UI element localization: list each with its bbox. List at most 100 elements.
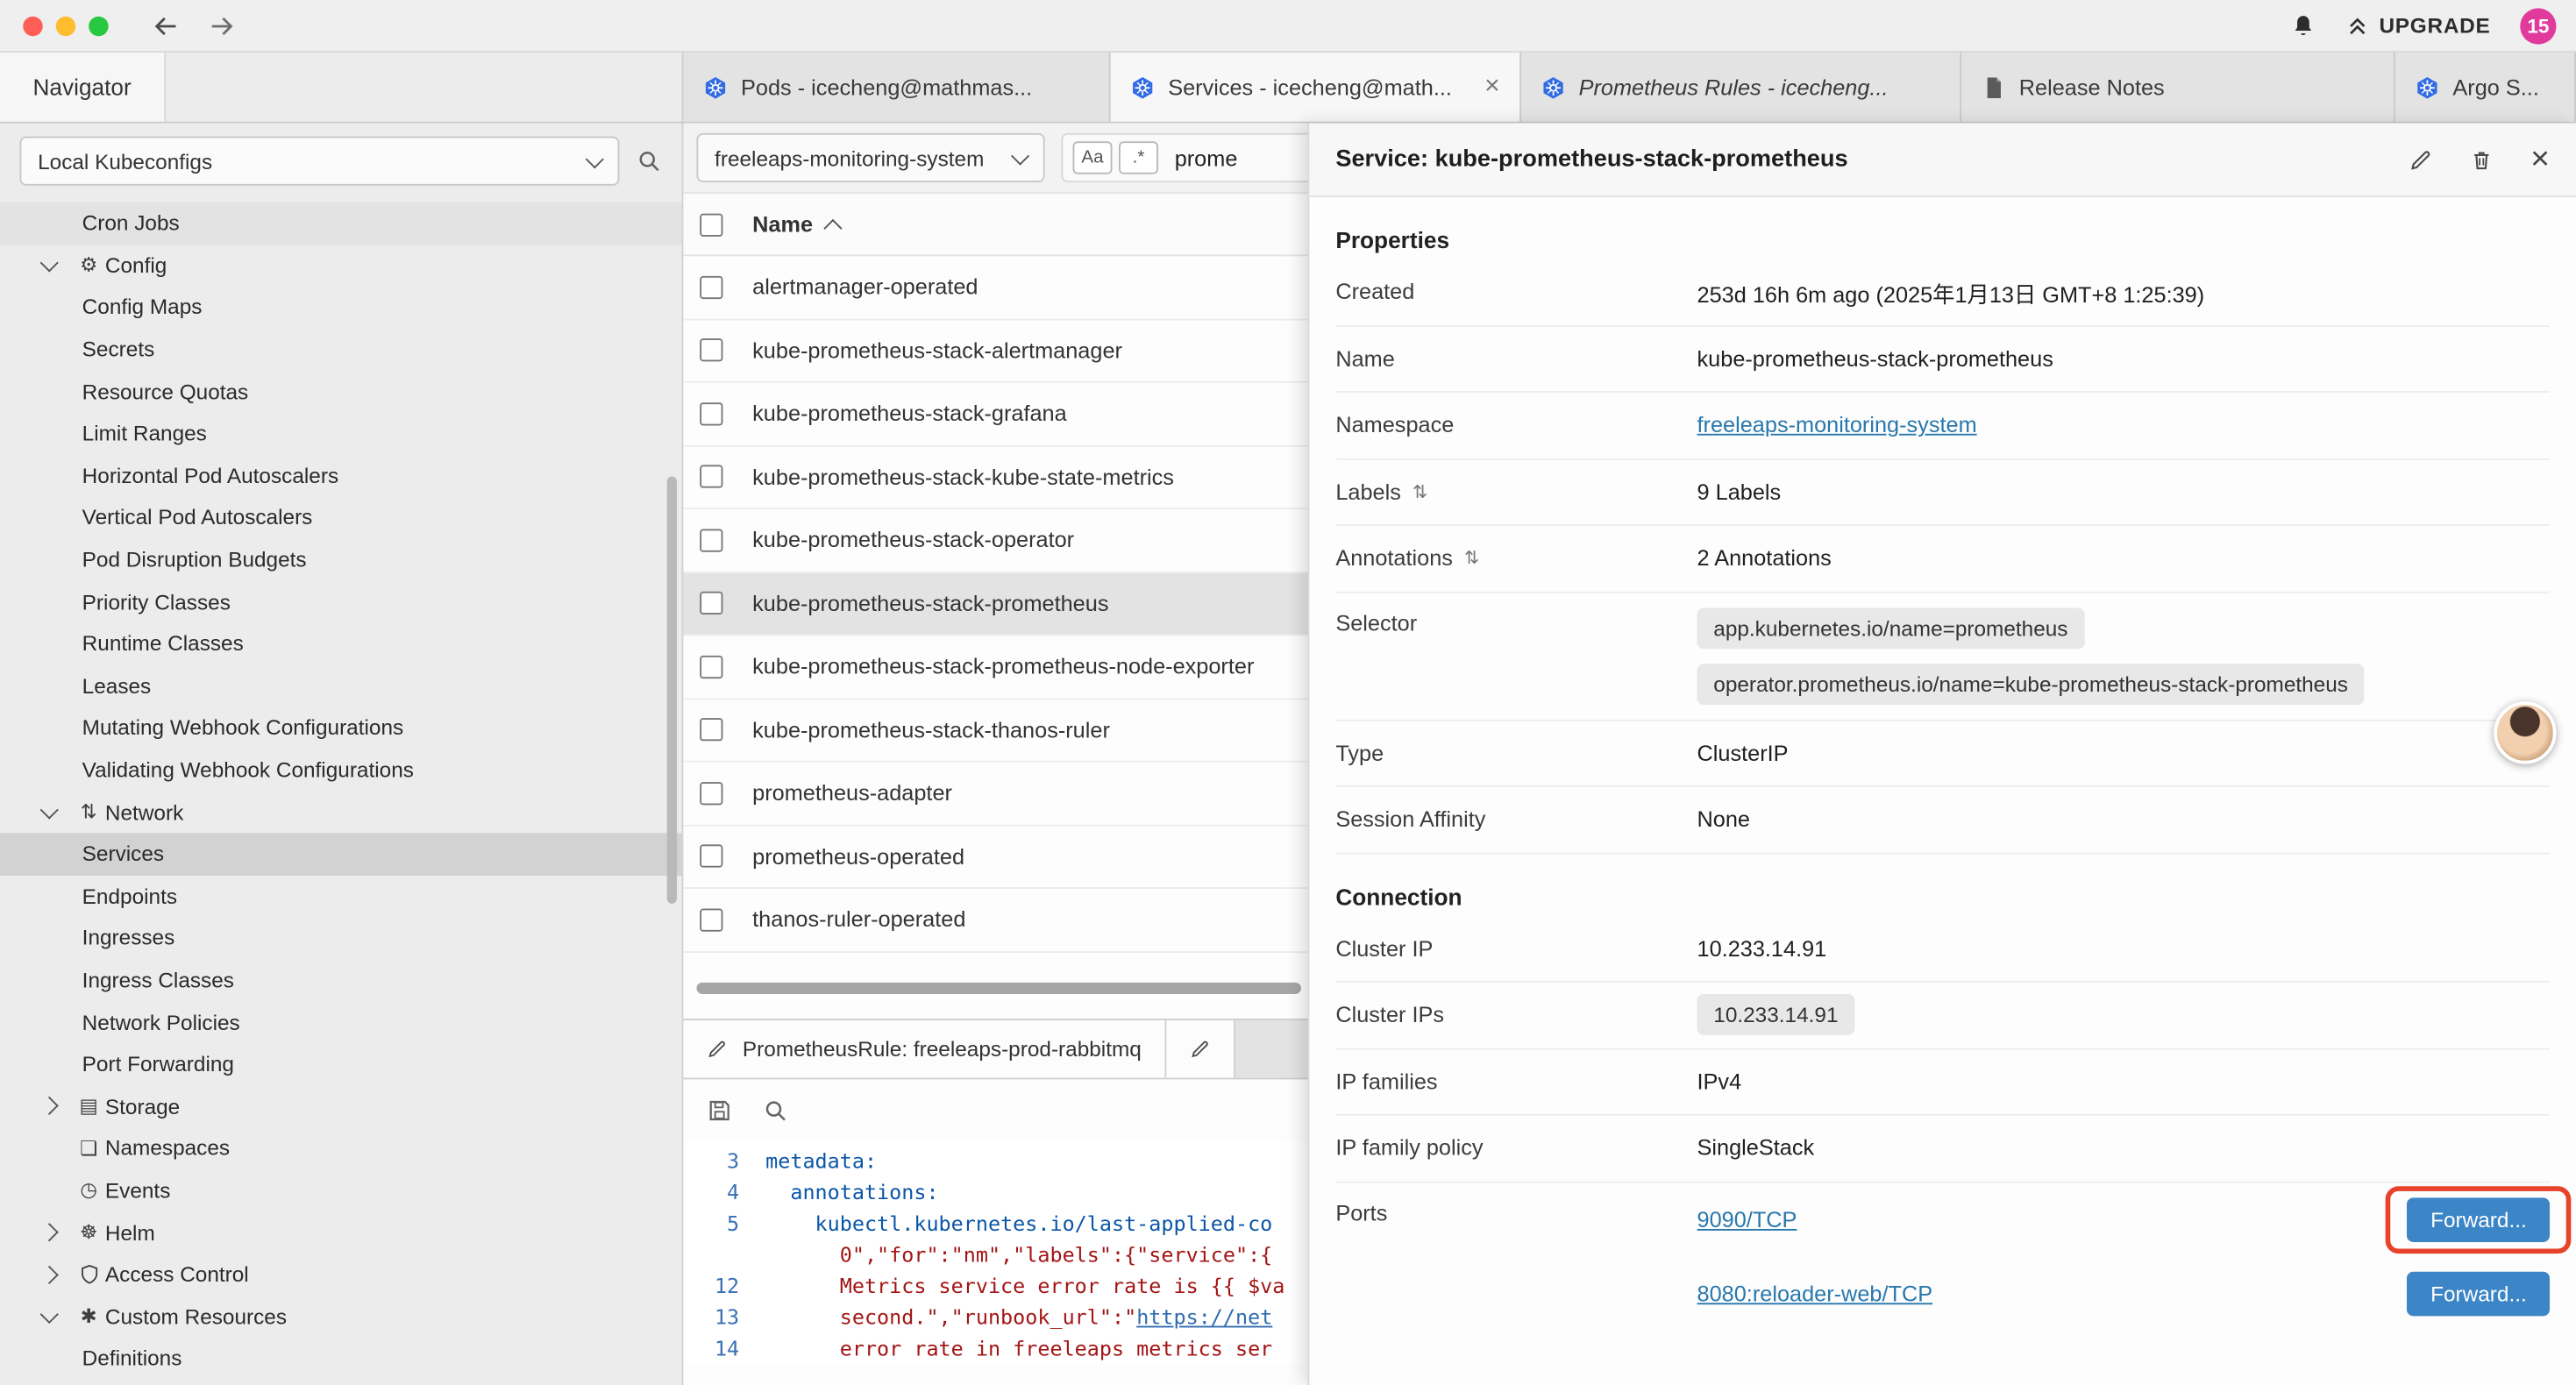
- sidebar-item-ingresses[interactable]: Ingresses: [0, 917, 682, 959]
- row-checkbox[interactable]: [700, 719, 722, 742]
- sidebar-item-leases[interactable]: Leases: [0, 664, 682, 707]
- notification-count-badge[interactable]: 15: [2520, 7, 2556, 43]
- tab-prometheus-rules[interactable]: Prometheus Rules - icecheng...: [1521, 53, 1961, 122]
- sidebar-item-priority-classes[interactable]: Priority Classes: [0, 580, 682, 622]
- regex-toggle[interactable]: .*: [1119, 141, 1158, 174]
- row-checkbox[interactable]: [700, 529, 722, 551]
- sidebar-item-cron-jobs[interactable]: Cron Jobs: [0, 202, 682, 245]
- edit-pencil-icon: [707, 1038, 728, 1059]
- sidebar-item-horizontal-pod-autoscalers[interactable]: Horizontal Pod Autoscalers: [0, 454, 682, 496]
- close-window-button[interactable]: [23, 16, 42, 35]
- tab-pods[interactable]: Pods - icecheng@mathmas...: [683, 53, 1110, 122]
- row-checkbox[interactable]: [700, 402, 722, 425]
- row-checkbox[interactable]: [700, 845, 722, 868]
- horizontal-scrollbar[interactable]: [696, 982, 1301, 993]
- sidebar-item-runtime-classes[interactable]: Runtime Classes: [0, 622, 682, 664]
- kubernetes-icon: [2415, 75, 2439, 99]
- sidebar-item-pod-disruption-budgets[interactable]: Pod Disruption Budgets: [0, 538, 682, 580]
- detail-label: Cluster IP: [1335, 936, 1697, 961]
- close-tab-icon[interactable]: ×: [1484, 74, 1500, 100]
- sidebar-item-endpoints[interactable]: Endpoints: [0, 875, 682, 917]
- tab-services[interactable]: Services - icecheng@math... ×: [1111, 53, 1521, 122]
- sidebar-item-events[interactable]: ◷Events: [0, 1169, 682, 1211]
- line-number: 5: [683, 1207, 739, 1239]
- tab-argo[interactable]: Argo S...: [2395, 53, 2576, 122]
- sidebar-item-resource-quotas[interactable]: Resource Quotas: [0, 370, 682, 412]
- upgrade-button[interactable]: UPGRADE: [2346, 13, 2491, 38]
- navigator-header: Navigator: [0, 53, 683, 122]
- sidebar-item-mutating-webhook-configurations[interactable]: Mutating Webhook Configurations: [0, 707, 682, 749]
- sidebar-item-config-maps[interactable]: Config Maps: [0, 286, 682, 328]
- code-text: Metrics service error rate is {{ $va: [765, 1269, 1284, 1301]
- delete-trash-icon[interactable]: [2470, 147, 2494, 172]
- navigator-title: Navigator: [0, 53, 166, 122]
- namespace-link[interactable]: freeleaps-monitoring-system: [1697, 413, 1977, 437]
- port-entry: 9090/TCP Forward...: [1697, 1183, 2550, 1256]
- service-name: thanos-ruler-operated: [752, 907, 965, 932]
- kubeconfig-selector[interactable]: Local Kubeconfigs: [19, 137, 619, 186]
- maximize-window-button[interactable]: [89, 16, 108, 35]
- sidebar-item-port-forwarding[interactable]: Port Forwarding: [0, 1043, 682, 1085]
- sidebar-item-limit-ranges[interactable]: Limit Ranges: [0, 412, 682, 454]
- sidebar-item-validating-webhook-configurations[interactable]: Validating Webhook Configurations: [0, 749, 682, 791]
- close-drawer-icon[interactable]: ×: [2530, 143, 2550, 175]
- minimize-window-button[interactable]: [56, 16, 75, 35]
- kubernetes-icon: [1541, 75, 1566, 99]
- sidebar-scrollbar[interactable]: [667, 477, 677, 904]
- forward-icon[interactable]: [207, 11, 237, 40]
- sidebar-item-services[interactable]: Services: [0, 833, 682, 875]
- sidebar-item-config[interactable]: ⚙Config: [0, 245, 682, 287]
- sidebar-item-storage[interactable]: ▤Storage: [0, 1085, 682, 1127]
- namespace-selector-value: freeleaps-monitoring-system: [715, 146, 984, 170]
- row-checkbox[interactable]: [700, 655, 722, 678]
- sidebar-item-helm[interactable]: ☸Helm: [0, 1211, 682, 1254]
- match-case-toggle[interactable]: Aa: [1073, 141, 1113, 174]
- code-link[interactable]: https://net: [1136, 1303, 1272, 1328]
- kubernetes-icon: [703, 75, 728, 99]
- line-number: [683, 1238, 739, 1269]
- row-checkbox[interactable]: [700, 908, 722, 931]
- sidebar-item-custom-resources[interactable]: ✱Custom Resources: [0, 1296, 682, 1338]
- port-link[interactable]: 9090/TCP: [1697, 1207, 1797, 1232]
- dock-tab-prometheusrule[interactable]: PrometheusRule: freeleaps-prod-rabbitmq: [683, 1019, 1165, 1077]
- custom-resources-icon: ✱: [72, 1305, 104, 1328]
- sort-ascending-icon: [823, 218, 842, 237]
- notifications-bell-icon[interactable]: [2290, 12, 2316, 39]
- sidebar-item-network-policies[interactable]: Network Policies: [0, 1001, 682, 1043]
- row-checkbox[interactable]: [700, 275, 722, 298]
- row-checkbox[interactable]: [700, 465, 722, 488]
- expand-toggle-icon[interactable]: ⇅: [1413, 481, 1427, 502]
- search-icon[interactable]: [636, 148, 662, 174]
- row-checkbox[interactable]: [700, 339, 722, 362]
- port-link[interactable]: 8080:reloader-web/TCP: [1697, 1281, 1933, 1305]
- detail-row-cluster-ips: Cluster IPs 10.233.14.91: [1335, 983, 2550, 1049]
- item-label: Storage: [105, 1094, 180, 1119]
- sidebar-item-definitions[interactable]: Definitions: [0, 1338, 682, 1380]
- item-label: Events: [105, 1178, 170, 1203]
- sidebar-item-ingress-classes[interactable]: Ingress Classes: [0, 959, 682, 1001]
- save-icon[interactable]: [707, 1097, 733, 1123]
- row-checkbox[interactable]: [700, 592, 722, 614]
- back-icon[interactable]: [151, 11, 181, 40]
- user-avatar[interactable]: [2494, 701, 2556, 764]
- sidebar-item-vertical-pod-autoscalers[interactable]: Vertical Pod Autoscalers: [0, 496, 682, 538]
- search-icon[interactable]: [762, 1097, 788, 1123]
- code-text: 0","for":"nm","labels":{"service":{: [765, 1238, 1272, 1269]
- dock-tab-secondary[interactable]: [1166, 1019, 1235, 1077]
- edit-pencil-icon[interactable]: [2409, 147, 2433, 172]
- tab-release-notes[interactable]: Release Notes: [1961, 53, 2395, 122]
- line-number: 4: [683, 1175, 739, 1207]
- sidebar-item-namespaces[interactable]: ❏Namespaces: [0, 1127, 682, 1169]
- port-forward-button[interactable]: Forward...: [2408, 1271, 2550, 1316]
- name-column-header[interactable]: Name: [752, 212, 839, 237]
- config-icon: ⚙: [72, 253, 104, 276]
- code-text: kubectl.kubernetes.io/last-applied-co: [765, 1207, 1272, 1239]
- port-forward-button[interactable]: Forward...: [2408, 1197, 2550, 1241]
- expand-toggle-icon[interactable]: ⇅: [1464, 548, 1479, 569]
- namespace-selector[interactable]: freeleaps-monitoring-system: [696, 133, 1044, 182]
- select-all-checkbox[interactable]: [700, 213, 722, 236]
- sidebar-item-network[interactable]: ⇅Network: [0, 791, 682, 833]
- sidebar-item-access-control[interactable]: Access Control: [0, 1254, 682, 1296]
- sidebar-item-secrets[interactable]: Secrets: [0, 328, 682, 370]
- row-checkbox[interactable]: [700, 782, 722, 805]
